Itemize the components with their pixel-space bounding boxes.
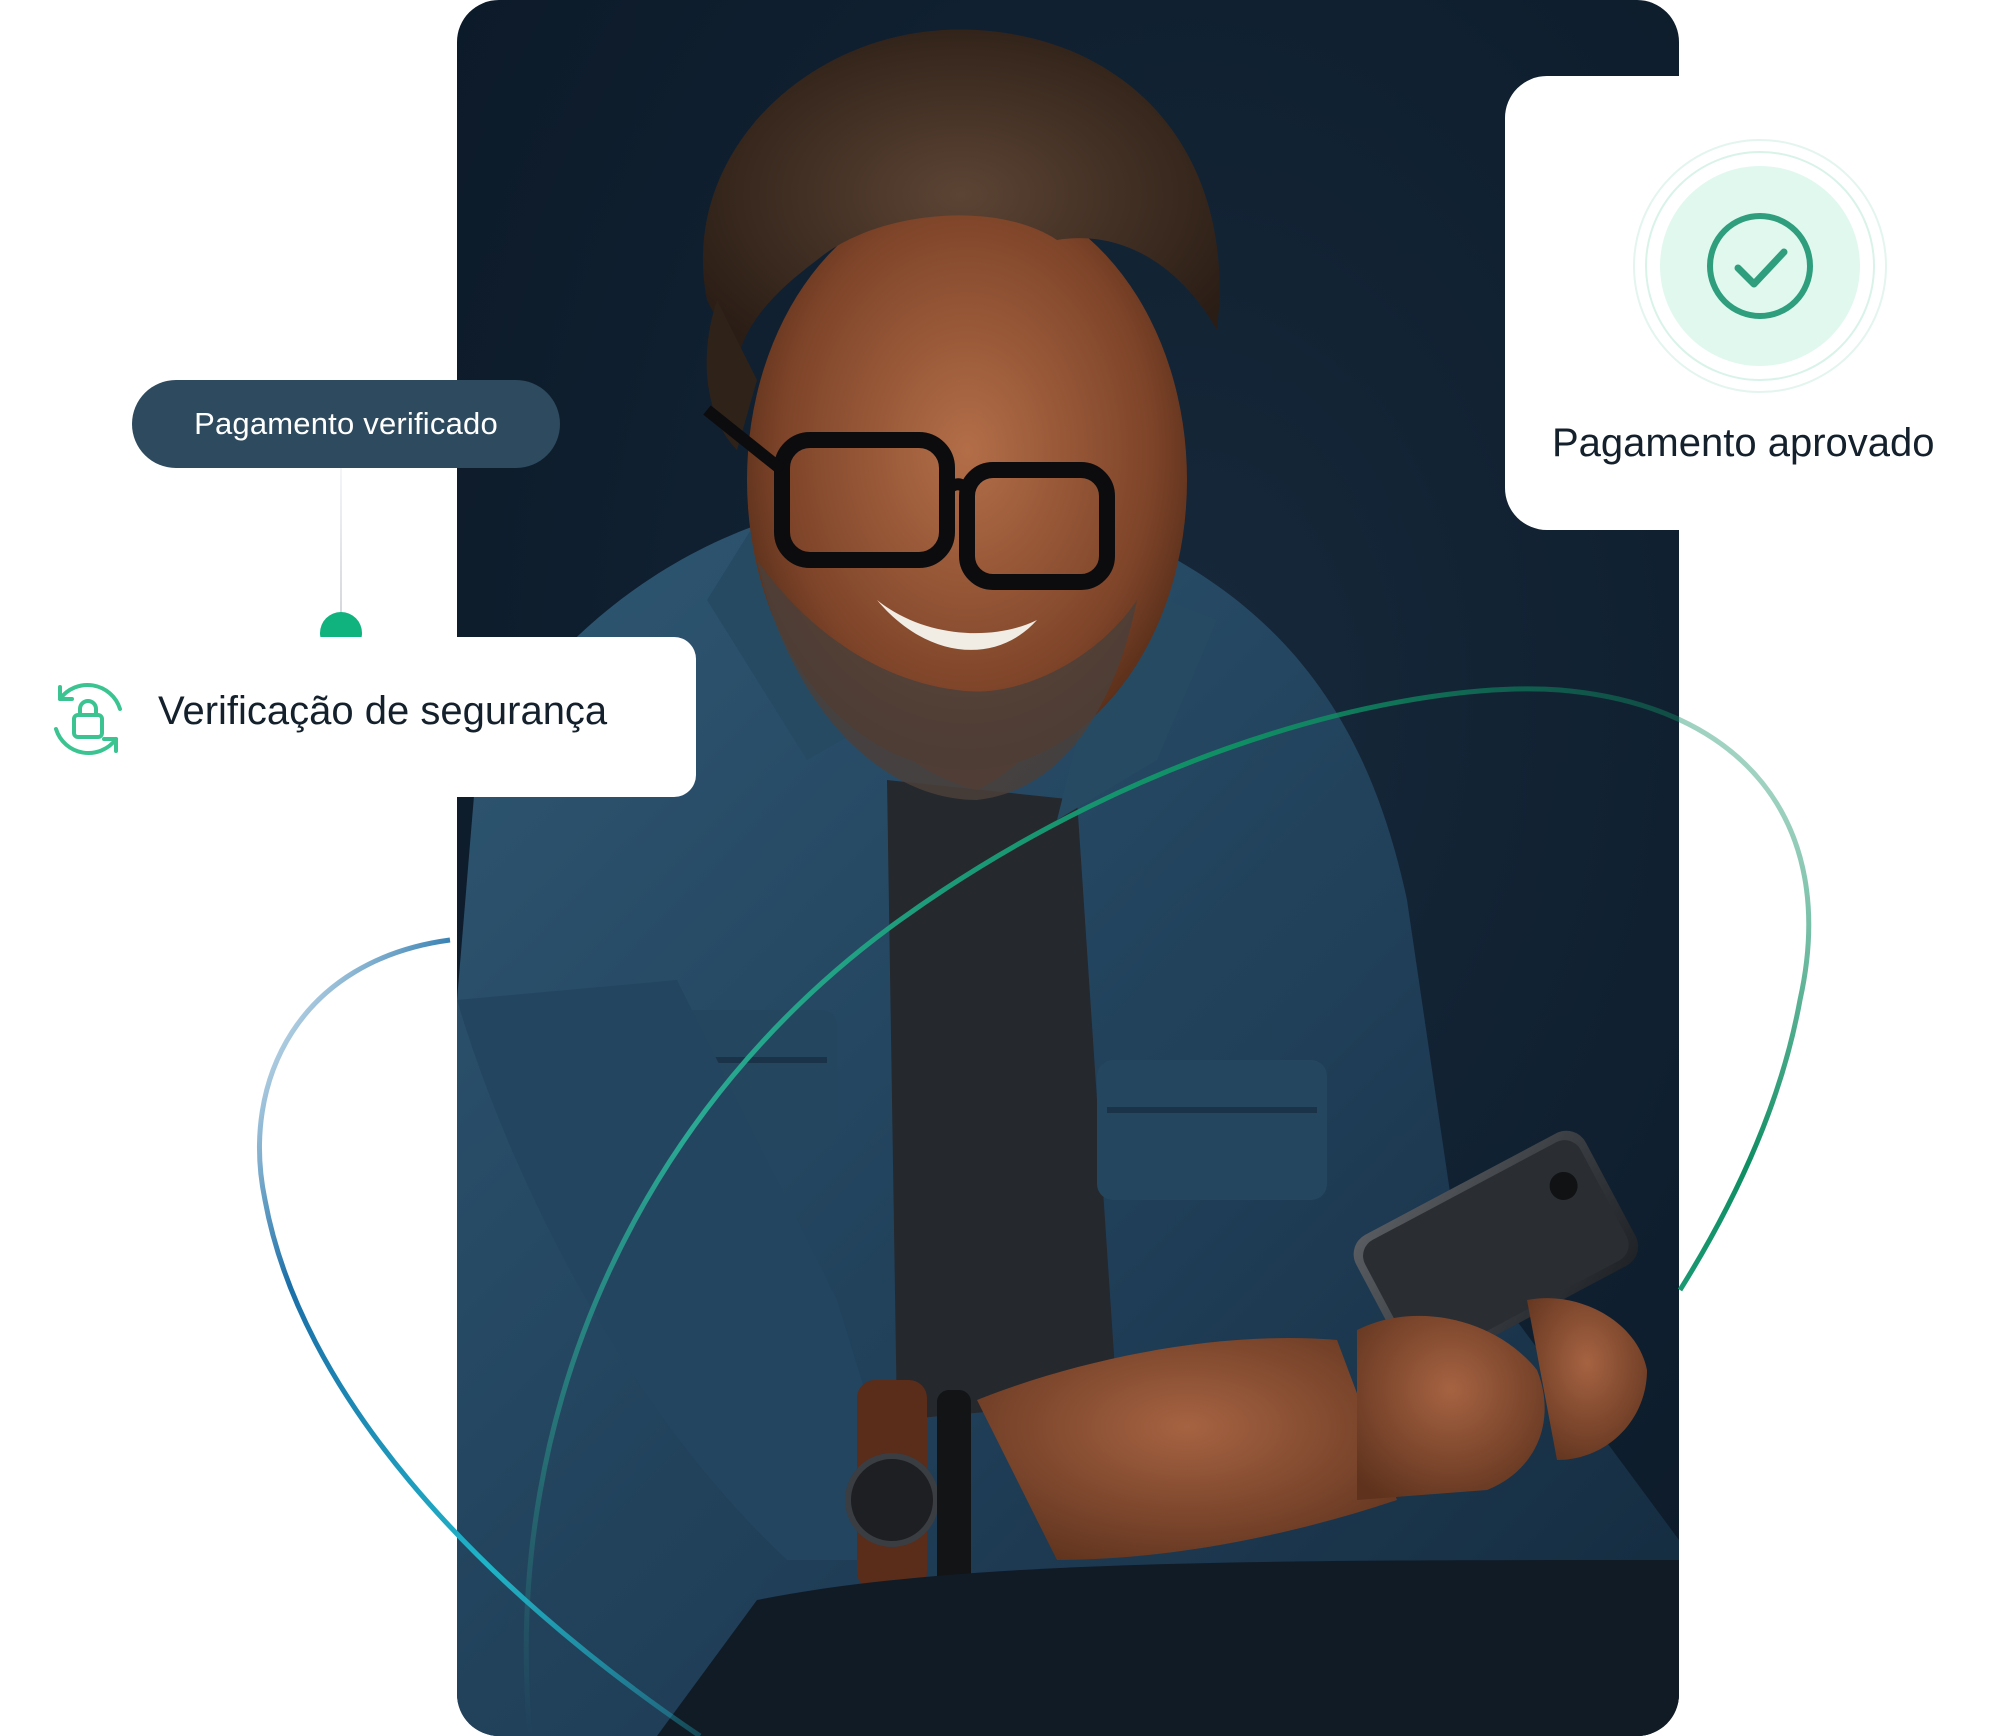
security-verification-card: Verificação de segurança (0, 637, 696, 797)
payment-approved-card: Pagamento aprovado (1505, 76, 1965, 530)
payment-verified-label: Pagamento verificado (194, 406, 498, 441)
lock-refresh-icon (44, 675, 132, 763)
photo-panel (457, 0, 1679, 1736)
hero-illustration: Pagamento verificado Verificação de segu… (0, 0, 2000, 1736)
person-photo (457, 29, 1679, 1736)
security-verification-label: Verificação de segurança (158, 689, 608, 733)
payment-approved-label: Pagamento aprovado (1552, 421, 1935, 465)
check-circle-icon (1630, 136, 1890, 396)
payment-verified-chip: Pagamento verificado (132, 380, 560, 468)
connector-line (340, 468, 342, 618)
